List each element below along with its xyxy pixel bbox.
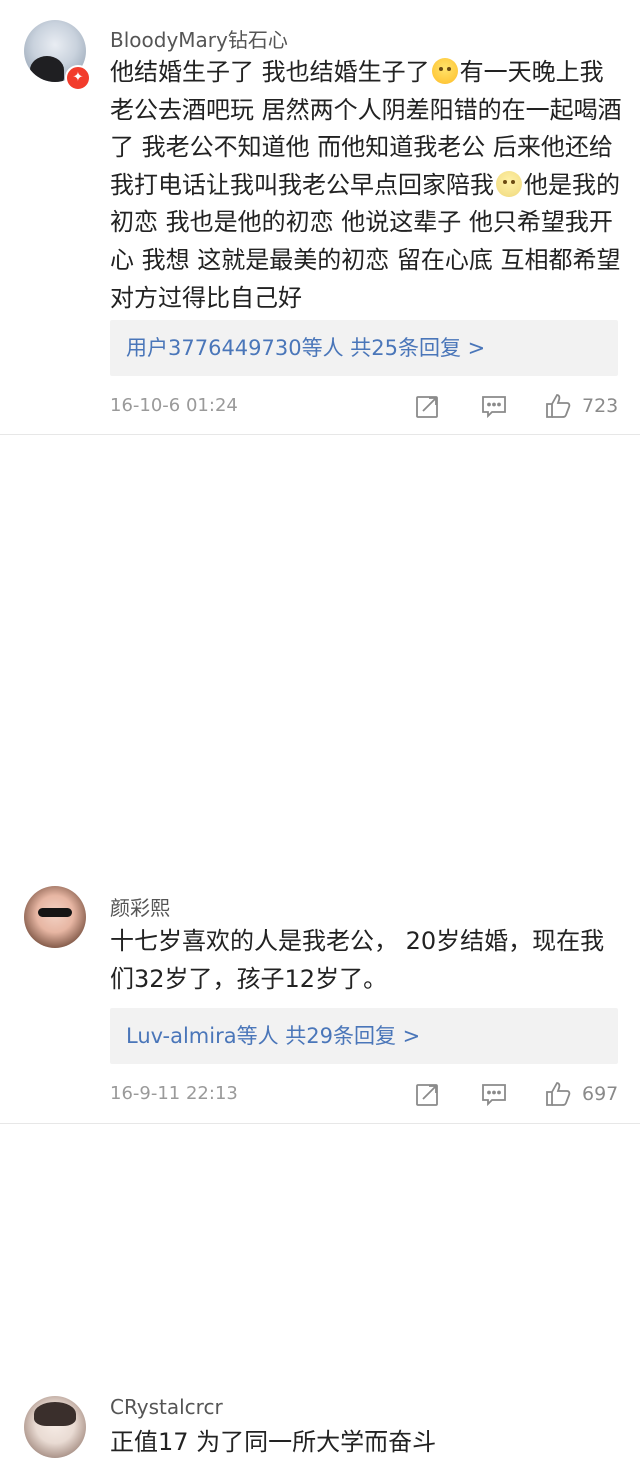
comment-item: 颜彩熙 十七岁喜欢的人是我老公， 20岁结婚，现在我们32岁了，孩子12岁了。 … (0, 435, 640, 1124)
timestamp: 16-9-11 22:13 (110, 1083, 238, 1104)
comment-footer: 16-10-6 01:24 723 (110, 389, 620, 423)
sad-emoji-icon (496, 170, 522, 197)
avatar[interactable] (24, 886, 86, 948)
comment-text: 正值17 为了同一所大学而奋斗 (110, 1428, 437, 1456)
avatar-photo (34, 1402, 76, 1426)
comment-item: ✦ BloodyMary钻石心 他结婚生子了 我也结婚生子了 有一天晚上我老公去酒… (0, 0, 640, 435)
comment-icon[interactable] (480, 1080, 508, 1108)
comment-text: 他结婚生子了 我也结婚生子了 有一天晚上我老公去酒吧玩 居然两个人阴差阳错的在一起… (110, 54, 622, 317)
comment-footer: 16-9-11 22:13 697 (110, 1077, 620, 1111)
like-count: 723 (582, 395, 619, 417)
comment-text-part: 他结婚生子了 我也结婚生子了 (110, 58, 430, 86)
username[interactable]: CRystalcrcr (110, 1395, 223, 1419)
avatar[interactable] (24, 1396, 86, 1458)
comment-item: CRystalcrcr 正值17 为了同一所大学而奋斗 (0, 689, 640, 1458)
replies-link[interactable]: 用户3776449730等人 共25条回复 > (110, 320, 618, 376)
username[interactable]: BloodyMary钻石心 (110, 24, 288, 53)
like-count: 697 (582, 1083, 619, 1105)
smile-emoji-icon (431, 58, 458, 84)
verified-badge: ✦ (65, 65, 91, 91)
repost-icon[interactable] (414, 392, 442, 420)
timestamp: 16-10-6 01:24 (110, 395, 238, 416)
avatar-photo (38, 908, 72, 917)
replies-link[interactable]: Luv-almira等人 共29条回复 > (110, 1008, 618, 1064)
divider (0, 1123, 640, 1124)
comment-icon[interactable] (480, 392, 508, 420)
username[interactable]: 颜彩熙 (110, 892, 170, 921)
comment-text: 十七岁喜欢的人是我老公， 20岁结婚，现在我们32岁了，孩子12岁了。 (110, 927, 605, 993)
avatar-photo (30, 56, 64, 82)
repost-icon[interactable] (414, 1080, 442, 1108)
thumbs-up-icon[interactable] (544, 1080, 572, 1108)
thumbs-up-icon[interactable] (544, 392, 572, 420)
